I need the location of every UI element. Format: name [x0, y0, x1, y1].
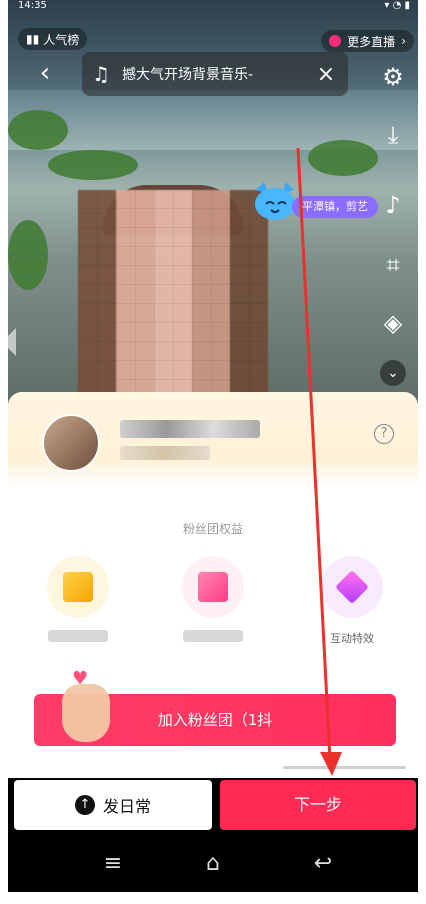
rank-pill[interactable]: ▮▮ 人气榜 [18, 28, 88, 50]
tag-icon[interactable]: ◈ [376, 306, 410, 340]
help-icon[interactable]: ? [374, 424, 394, 444]
blurred-perk-label [183, 630, 243, 642]
system-nav-bar: ≡ ⌂ ↩ [8, 836, 418, 892]
page-progress [22, 766, 407, 769]
rank-label: 人气榜 [43, 32, 80, 47]
avatar[interactable] [42, 414, 100, 472]
rank-icon: ▮▮ [26, 32, 40, 46]
plant [48, 150, 138, 180]
music-selector[interactable]: ♫ 撼大气开场背景音乐- × [82, 52, 348, 96]
perk-item[interactable] [30, 556, 126, 642]
plant [8, 110, 68, 150]
chevron-right-icon: › [401, 34, 406, 48]
post-daily-button[interactable]: ↑ 发日常 [14, 780, 212, 830]
perk-circle [321, 556, 383, 618]
screen: 14:35 ▾ ◔ ▮ ▮▮ 人气榜 更多直播 › ‹ ♫ 撼大气开场背景音乐-… [8, 0, 418, 892]
blurred-perk-label [48, 630, 108, 642]
left-tab-arrow[interactable] [8, 328, 16, 356]
hand-pointer [62, 684, 110, 742]
badge-icon [63, 572, 93, 602]
more-live-button[interactable]: 更多直播 › [321, 30, 414, 52]
action-bar: ↑ 发日常 下一步 [8, 778, 418, 836]
plant [308, 140, 378, 176]
fan-club-sheet: ? 粉丝团权益 互动特效 ♥ 加入粉丝团（1抖 [8, 392, 418, 778]
blurred-name [120, 420, 260, 438]
next-step-button[interactable]: 下一步 [220, 780, 416, 830]
phone-frame: 14:35 ▾ ◔ ▮ ▮▮ 人气榜 更多直播 › ‹ ♫ 撼大气开场背景音乐-… [0, 0, 426, 904]
perk-item[interactable] [165, 556, 261, 642]
progress-segment [22, 766, 145, 769]
live-dot-icon [329, 35, 342, 47]
menu-icon[interactable]: ≡ [98, 850, 128, 878]
status-right: ▾ ◔ ▮ [384, 0, 410, 11]
perks-title: 粉丝团权益 [182, 522, 243, 536]
post-daily-label: 发日常 [102, 797, 151, 816]
plant [8, 220, 48, 290]
back-button[interactable]: ‹ [30, 58, 60, 88]
perk-circle [47, 556, 109, 618]
status-time: 14:35 [18, 0, 47, 11]
status-bar: 14:35 ▾ ◔ ▮ [8, 0, 418, 14]
perk-item[interactable]: 互动特效 [304, 556, 400, 645]
gift-icon [198, 572, 228, 602]
more-live-label: 更多直播 [347, 34, 396, 49]
blurred-subtitle [120, 446, 210, 460]
back-nav-icon[interactable]: ↩ [308, 850, 338, 878]
progress-segment [152, 766, 276, 769]
diamond-icon [335, 570, 369, 604]
upload-icon: ↑ [74, 795, 95, 815]
crop-icon[interactable]: ⌗ [376, 248, 410, 282]
close-icon[interactable]: × [314, 62, 338, 87]
back-icon: ‹ [39, 58, 51, 88]
heart-icon: ♥ [72, 668, 89, 689]
chevron-down-icon[interactable]: ⌄ [380, 360, 406, 386]
perk-circle [182, 556, 244, 618]
music-title: 撼大气开场背景音乐- [122, 67, 254, 83]
perk-label: 互动特效 [330, 632, 374, 645]
pixelation [78, 190, 268, 400]
download-icon[interactable]: ⤓ [376, 118, 410, 152]
home-icon[interactable]: ⌂ [198, 850, 228, 878]
progress-segment [283, 766, 407, 769]
music-note-icon: ♫ [92, 62, 110, 86]
music-icon[interactable]: ♪ [376, 188, 410, 222]
location-pill[interactable]: 平潭镇，剪艺 [292, 196, 378, 218]
gear-icon[interactable]: ⚙ [376, 60, 410, 94]
